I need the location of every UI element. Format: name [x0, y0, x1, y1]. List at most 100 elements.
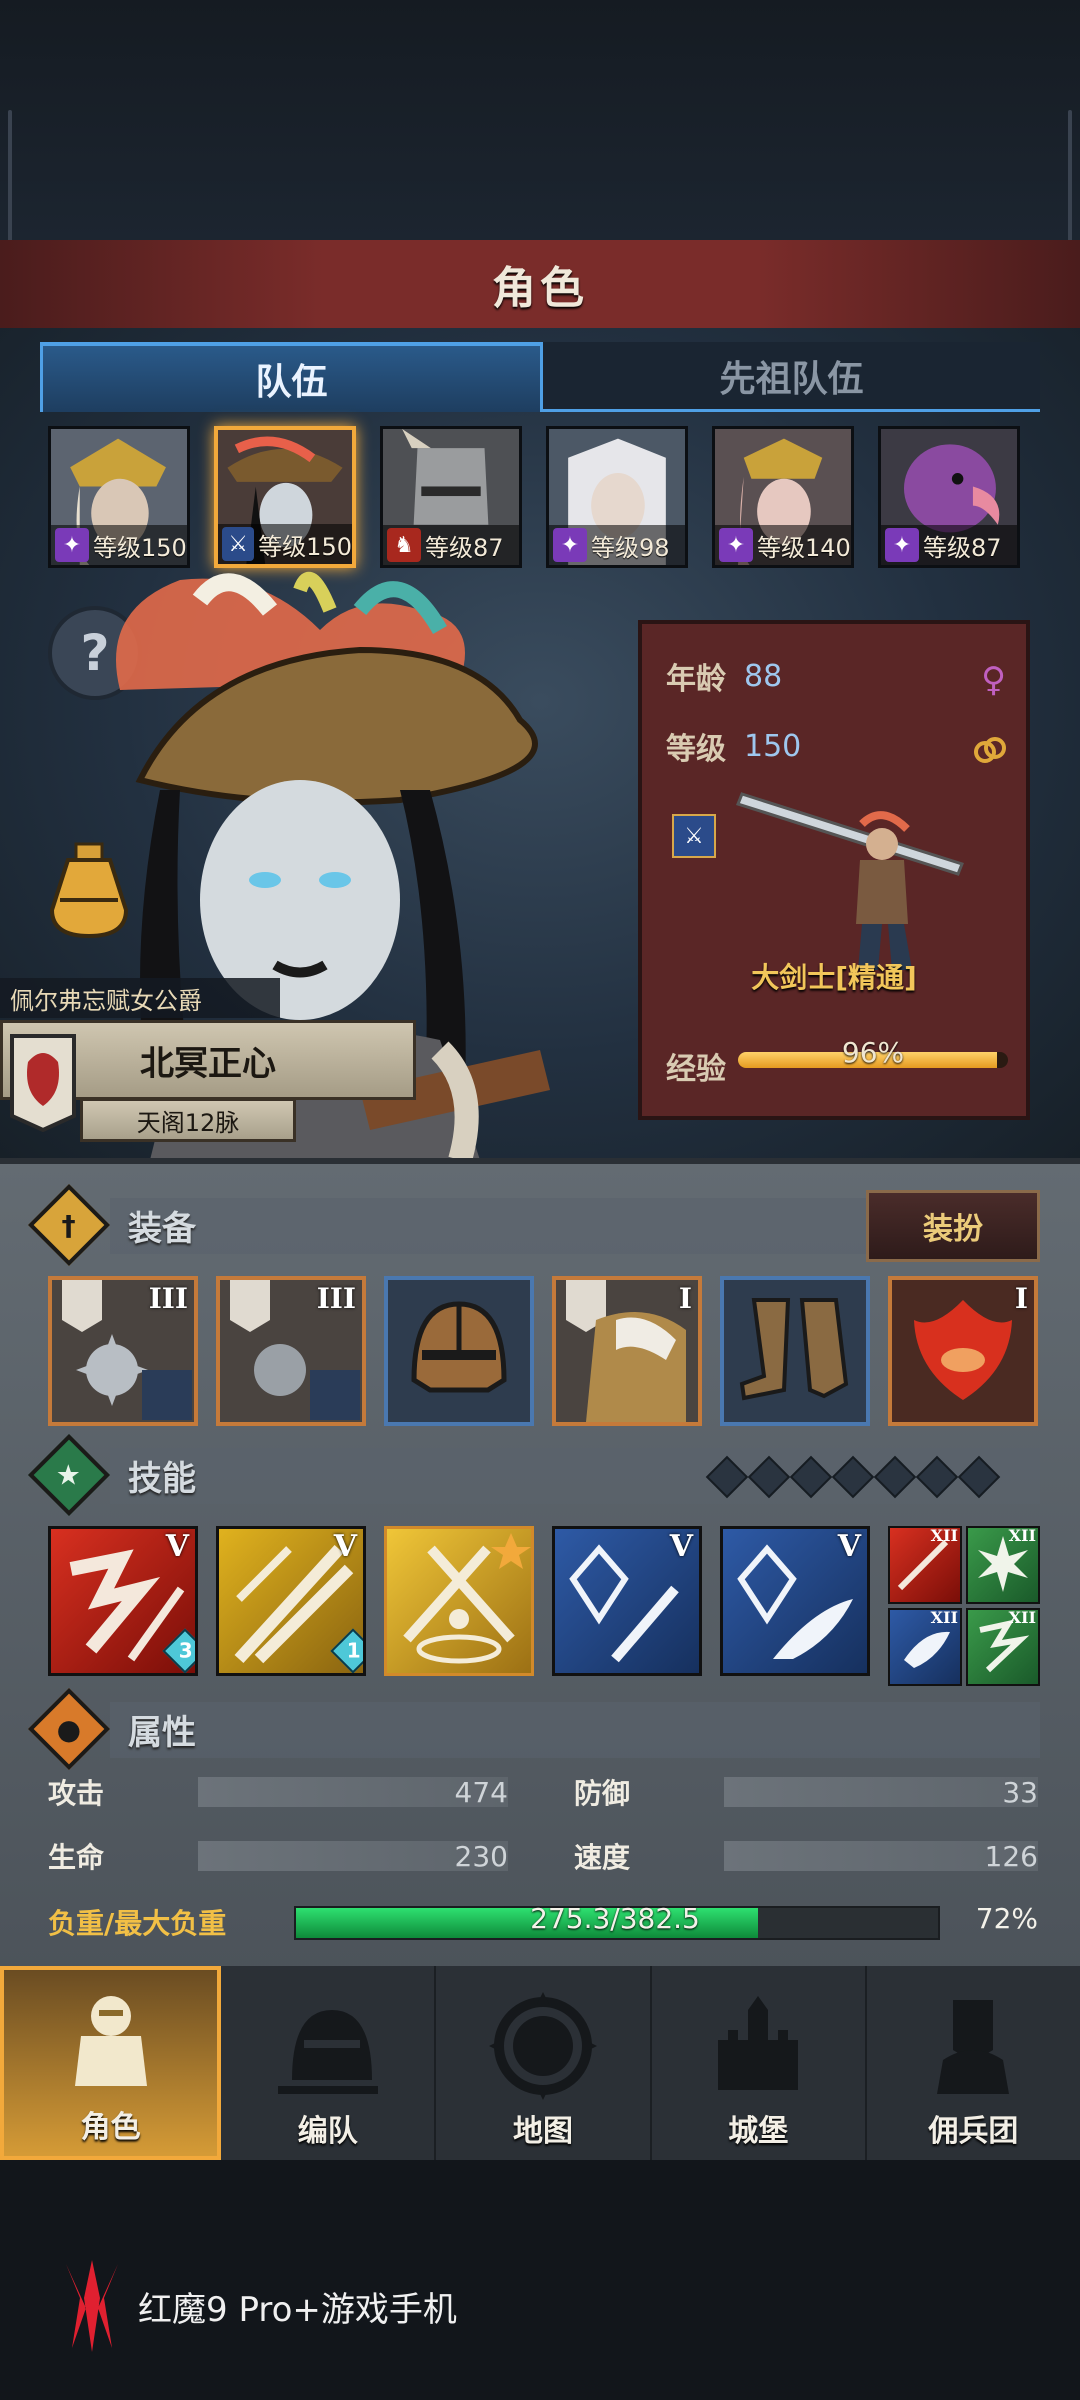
equipment-slot-helmet[interactable] — [384, 1276, 534, 1426]
defense-label: 防御 — [574, 1777, 631, 1810]
member-level: 等级140 — [757, 533, 851, 562]
skill-slot[interactable] — [384, 1526, 534, 1676]
equipment-slots: III III I I — [48, 1276, 1042, 1426]
skill-tier: V — [837, 1529, 861, 1564]
member-level: 等级87 — [425, 533, 504, 562]
party-member-selected[interactable]: ⚔ 等级150 — [214, 426, 356, 568]
hp-value: 230 — [454, 1839, 508, 1873]
attributes-title: 属性 — [128, 1712, 196, 1753]
nav-formation-label: 编队 — [297, 2114, 358, 2149]
watermark-text: 红魔9 Pro+游戏手机 — [138, 2289, 457, 2330]
person-icon: ● — [27, 1687, 111, 1771]
knight-icon — [74, 1996, 147, 2086]
empty-gem-icon — [831, 1455, 875, 1499]
hero-lineage-plate: 天阁12脉 — [80, 1098, 296, 1142]
skill-tier: V — [165, 1529, 189, 1564]
banner-fist-icon — [937, 2000, 1010, 2094]
phoenix-emblem-icon — [892, 1280, 1034, 1422]
party-member[interactable]: ♞ 等级87 — [380, 426, 522, 568]
member-level: 等级150 — [93, 533, 187, 562]
nav-mercenary[interactable]: 佣兵团 — [867, 1966, 1080, 2160]
page-title: 角色 — [492, 263, 588, 314]
tab-ancestor-team[interactable]: 先祖队伍 — [543, 342, 1040, 412]
skill-slot[interactable]: V 1 — [216, 1526, 366, 1676]
attack-value: 474 — [454, 1775, 508, 1809]
passive-skill-grid: XII XII XII XII — [888, 1526, 1040, 1686]
equipment-slot-boots[interactable] — [720, 1276, 870, 1426]
mage-class-icon: ✦ — [55, 528, 89, 562]
age-row: 年龄 88 — [666, 654, 782, 698]
passive-tier: XII — [930, 1608, 958, 1627]
equipment-tier: III — [148, 1282, 188, 1315]
outfit-button-label: 装扮 — [923, 1212, 983, 1247]
marriage-ring-icon — [974, 737, 1006, 763]
swords-aura-icon — [403, 1533, 531, 1664]
cavalry-class-icon: ♞ — [387, 528, 421, 562]
passive-skill-sword[interactable]: XII — [888, 1526, 962, 1604]
nav-map[interactable]: 地图 — [436, 1966, 652, 2160]
speed-value: 126 — [984, 1839, 1038, 1873]
outfit-button[interactable]: 装扮 — [866, 1190, 1040, 1262]
party-member[interactable]: ✦ 等级98 — [546, 426, 688, 568]
skill-slot-gems — [705, 1455, 1001, 1499]
passive-tier: XII — [1008, 1526, 1036, 1545]
equipment-slot-armor[interactable]: I — [552, 1276, 702, 1426]
empty-gem-icon — [789, 1455, 833, 1499]
compass-map-icon — [489, 1992, 597, 2100]
skill-charge-count: 3 — [178, 1638, 193, 1663]
party-tabs: 队伍 先祖队伍 — [40, 342, 1040, 412]
defense-row: 防御 33 — [574, 1772, 1038, 1812]
skill-tier: V — [333, 1529, 357, 1564]
passive-skill-burst[interactable]: XII — [966, 1526, 1040, 1604]
hp-row: 生命 230 — [48, 1836, 508, 1876]
member-level: 等级150 — [258, 532, 352, 561]
nav-castle[interactable]: 城堡 — [652, 1966, 867, 2160]
equipment-slot-accessory[interactable]: I — [888, 1276, 1038, 1426]
boots-icon — [724, 1280, 866, 1422]
equipment-tier: III — [316, 1282, 356, 1315]
title-bar: 角色 — [0, 240, 1080, 331]
bottom-navigation: 角色 编队 地图 城堡 佣兵团 — [0, 1966, 1080, 2160]
tab-team[interactable]: 队伍 — [40, 342, 543, 412]
attributes-header-bar — [110, 1702, 1040, 1758]
passive-skill-strike[interactable]: XII — [966, 1608, 1040, 1686]
castle-icon — [718, 1996, 799, 2090]
hero-epithet-plate: 佩尔弗忘赋女公爵 — [0, 978, 280, 1018]
equipment-slot-weapon-main[interactable]: III — [48, 1276, 198, 1426]
nav-character-label: 角色 — [80, 2110, 141, 2145]
equipment-slot-weapon-off[interactable]: III — [216, 1276, 366, 1426]
nav-character[interactable]: 角色 — [0, 1966, 222, 2160]
hp-label: 生命 — [48, 1841, 105, 1874]
party-member[interactable]: ✦ 等级87 — [878, 426, 1020, 568]
passive-skill-wing[interactable]: XII — [888, 1608, 962, 1686]
equipment-tier: I — [678, 1282, 692, 1315]
empty-gem-icon — [705, 1455, 749, 1499]
nav-formation[interactable]: 编队 — [221, 1966, 437, 2160]
mage-class-icon: ✦ — [719, 528, 753, 562]
skill-slot[interactable]: V — [552, 1526, 702, 1676]
speed-row: 速度 126 — [574, 1836, 1038, 1876]
passive-tier: XII — [930, 1526, 958, 1545]
party-member[interactable]: ✦ 等级150 — [48, 426, 190, 568]
sword-class-icon: ⚔ — [672, 814, 716, 858]
female-icon: ♀ — [981, 660, 1006, 700]
skill-slot[interactable]: V — [720, 1526, 870, 1676]
hero-name: 北冥正心 — [140, 1043, 276, 1084]
skills-header: ★ 技能 — [27, 1433, 196, 1517]
equipment-header: † 装备 — [27, 1183, 196, 1267]
device-watermark: 红魔9 Pro+游戏手机 — [60, 2258, 457, 2354]
nav-castle-label: 城堡 — [728, 2114, 789, 2149]
load-label: 负重/最大负重 — [48, 1907, 227, 1940]
member-level: 等级98 — [591, 533, 670, 562]
skill-slots: V 3 V 1 V V XII XII XII XII — [48, 1526, 1042, 1686]
skill-tier: V — [669, 1529, 693, 1564]
skills-title: 技能 — [128, 1458, 196, 1499]
party-member[interactable]: ✦ 等级140 — [712, 426, 854, 568]
empty-gem-icon — [957, 1455, 1001, 1499]
exp-row: 经验 — [666, 1044, 726, 1088]
skill-charge-count: 1 — [346, 1638, 361, 1663]
age-label: 年龄 — [666, 662, 726, 697]
level-row: 等级 150 — [666, 724, 801, 768]
load-text: 275.3/382.5 — [530, 1902, 700, 1935]
skill-slot[interactable]: V 3 — [48, 1526, 198, 1676]
